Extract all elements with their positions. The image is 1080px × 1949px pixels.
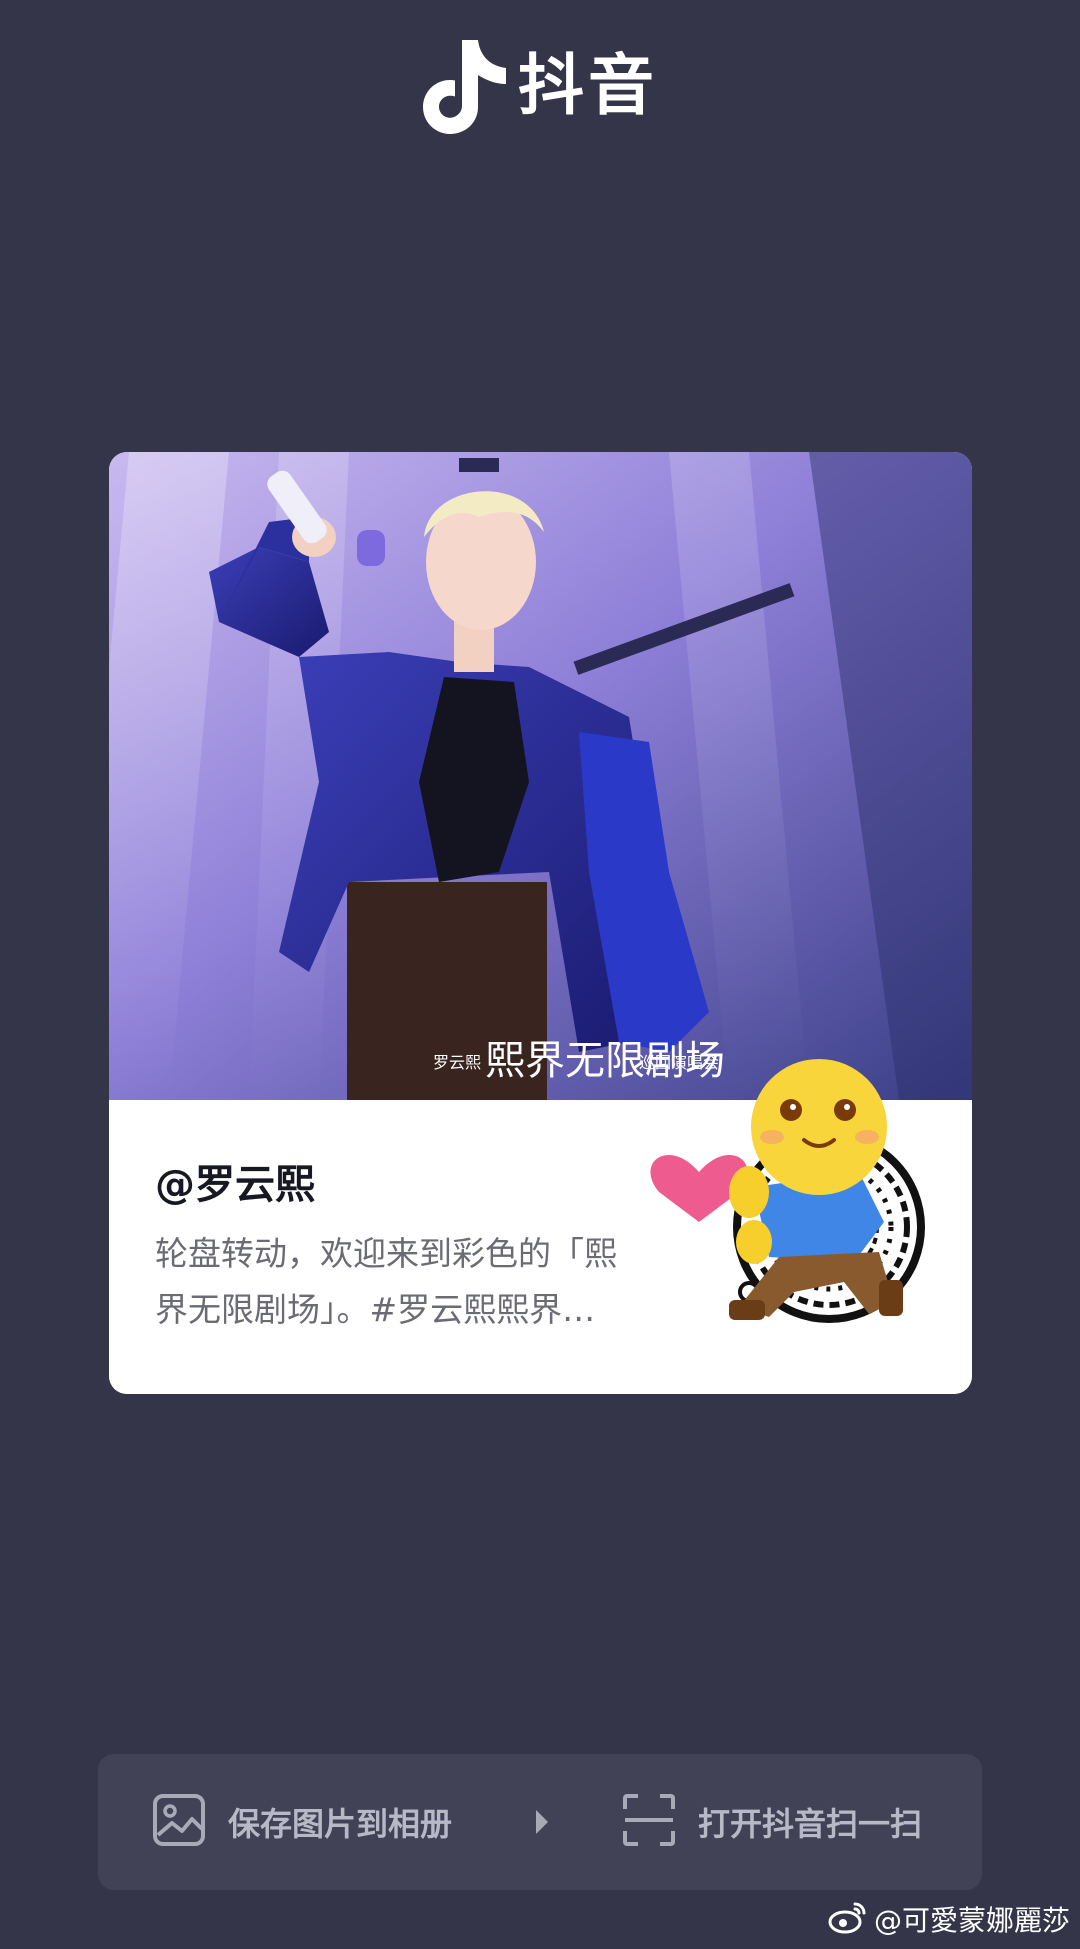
weibo-icon bbox=[828, 1900, 868, 1938]
video-description: 轮盘转动，欢迎来到彩色的「熙 界无限剧场」。#罗云熙熙界… bbox=[155, 1226, 685, 1338]
save-button-label: 保存图片到相册 bbox=[228, 1805, 453, 1843]
save-to-album-button[interactable]: 保存图片到相册 bbox=[152, 1754, 452, 1890]
app-logo: 抖音 bbox=[0, 36, 1080, 136]
scan-icon bbox=[622, 1793, 676, 1851]
qr-code-with-sticker bbox=[629, 1052, 959, 1352]
action-bar: 保存图片到相册 打开抖音扫一扫 bbox=[98, 1754, 982, 1890]
concert-photo: 罗云熙 熙界无限剧场 巡回演唱会 bbox=[109, 452, 972, 1100]
app-name: 抖音 bbox=[518, 47, 658, 124]
description-line: 轮盘转动，欢迎来到彩色的「熙 bbox=[155, 1234, 617, 1273]
author-handle[interactable]: @罗云熙 bbox=[155, 1152, 315, 1210]
share-card[interactable]: 罗云熙 熙界无限剧场 巡回演唱会 @罗云熙 轮盘转动，欢迎来到彩色的「熙 界无限… bbox=[109, 452, 972, 1394]
scan-button-label: 打开抖音扫一扫 bbox=[698, 1805, 923, 1843]
tiktok-note-icon bbox=[422, 36, 508, 136]
poster-artist: 罗云熙 bbox=[433, 1053, 481, 1072]
open-douyin-scan-button[interactable]: 打开抖音扫一扫 bbox=[622, 1754, 922, 1890]
weibo-watermark: @可愛蒙娜麗莎 bbox=[828, 1899, 1070, 1939]
separator-arrow-icon bbox=[534, 1808, 550, 1840]
image-icon bbox=[152, 1793, 206, 1851]
description-line: 界无限剧场」。#罗云熙熙界… bbox=[155, 1290, 596, 1329]
watermark-text: @可愛蒙娜麗莎 bbox=[873, 1904, 1070, 1937]
